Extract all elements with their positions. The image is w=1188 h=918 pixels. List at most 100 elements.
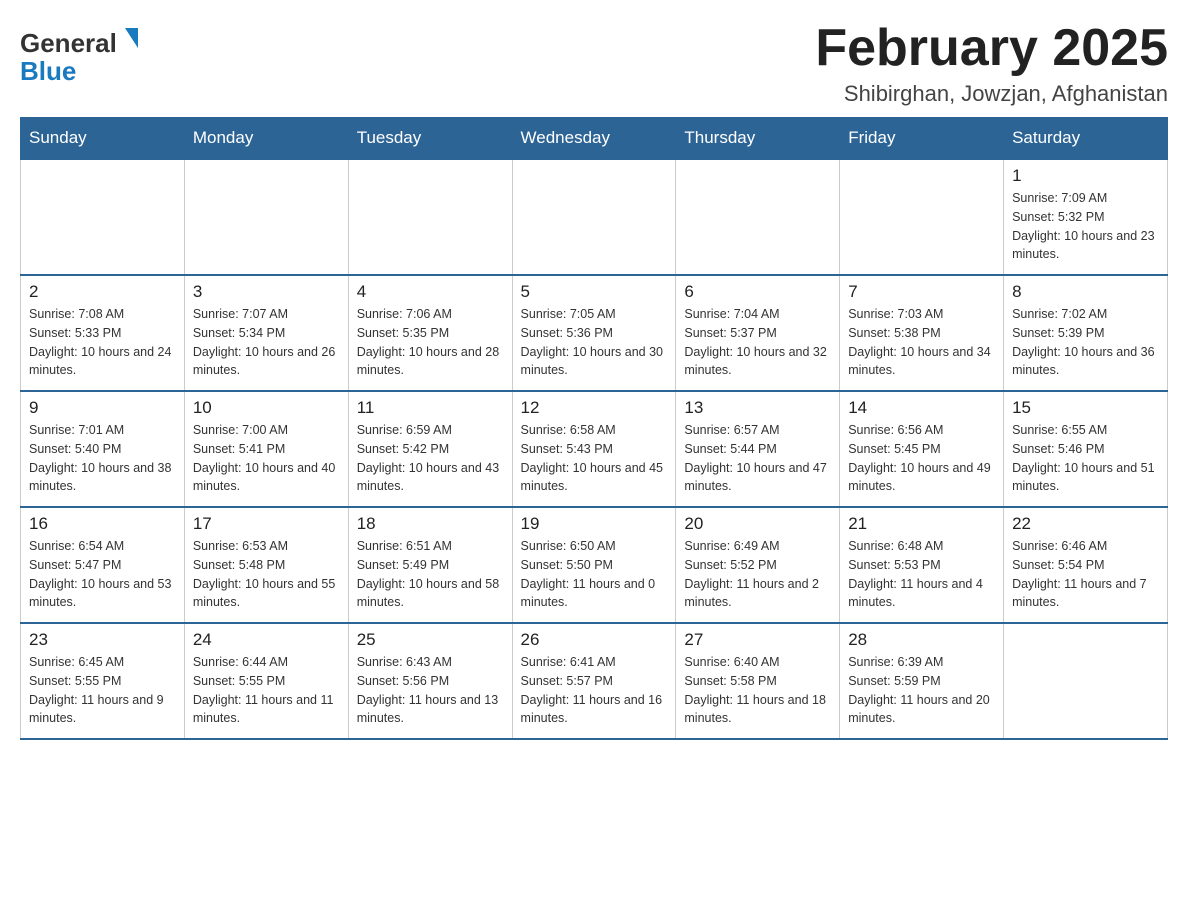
page-header: General Blue February 2025 Shibirghan, J… — [20, 20, 1168, 107]
day-number: 26 — [521, 630, 668, 650]
day-number: 24 — [193, 630, 340, 650]
day-cell: 7 Sunrise: 7:03 AMSunset: 5:38 PMDaylight… — [840, 275, 1004, 391]
day-info: Sunrise: 7:09 AMSunset: 5:32 PMDaylight:… — [1012, 189, 1159, 264]
logo: General Blue — [20, 20, 150, 90]
day-info: Sunrise: 6:50 AMSunset: 5:50 PMDaylight:… — [521, 537, 668, 612]
day-info: Sunrise: 6:55 AMSunset: 5:46 PMDaylight:… — [1012, 421, 1159, 496]
day-info: Sunrise: 6:59 AMSunset: 5:42 PMDaylight:… — [357, 421, 504, 496]
day-info: Sunrise: 7:02 AMSunset: 5:39 PMDaylight:… — [1012, 305, 1159, 380]
col-header-wednesday: Wednesday — [512, 118, 676, 160]
calendar-table: SundayMondayTuesdayWednesdayThursdayFrid… — [20, 117, 1168, 740]
day-cell — [840, 159, 1004, 275]
day-number: 6 — [684, 282, 831, 302]
col-header-thursday: Thursday — [676, 118, 840, 160]
week-row-2: 2 Sunrise: 7:08 AMSunset: 5:33 PMDaylight… — [21, 275, 1168, 391]
day-info: Sunrise: 7:00 AMSunset: 5:41 PMDaylight:… — [193, 421, 340, 496]
day-info: Sunrise: 7:01 AMSunset: 5:40 PMDaylight:… — [29, 421, 176, 496]
day-cell: 3Sunrise: 7:07 AMSunset: 5:34 PMDaylight… — [184, 275, 348, 391]
day-info: Sunrise: 6:39 AMSunset: 5:59 PMDaylight:… — [848, 653, 995, 728]
month-title: February 2025 — [815, 20, 1168, 77]
day-cell: 11 Sunrise: 6:59 AMSunset: 5:42 PMDayligh… — [348, 391, 512, 507]
day-number: 2 — [29, 282, 176, 302]
day-number: 27 — [684, 630, 831, 650]
day-number: 9 — [29, 398, 176, 418]
day-cell: 13 Sunrise: 6:57 AMSunset: 5:44 PMDayligh… — [676, 391, 840, 507]
day-info: Sunrise: 6:40 AMSunset: 5:58 PMDaylight:… — [684, 653, 831, 728]
day-cell: 28 Sunrise: 6:39 AMSunset: 5:59 PMDayligh… — [840, 623, 1004, 739]
day-info: Sunrise: 6:53 AMSunset: 5:48 PMDaylight:… — [193, 537, 340, 612]
day-info: Sunrise: 6:44 AMSunset: 5:55 PMDaylight:… — [193, 653, 340, 728]
day-info: Sunrise: 6:43 AMSunset: 5:56 PMDaylight:… — [357, 653, 504, 728]
day-cell: 12 Sunrise: 6:58 AMSunset: 5:43 PMDayligh… — [512, 391, 676, 507]
day-cell: 6 Sunrise: 7:04 AMSunset: 5:37 PMDaylight… — [676, 275, 840, 391]
day-number: 23 — [29, 630, 176, 650]
day-number: 22 — [1012, 514, 1159, 534]
col-header-monday: Monday — [184, 118, 348, 160]
day-cell: 17 Sunrise: 6:53 AMSunset: 5:48 PMDayligh… — [184, 507, 348, 623]
day-cell: 15 Sunrise: 6:55 AMSunset: 5:46 PMDayligh… — [1004, 391, 1168, 507]
col-header-friday: Friday — [840, 118, 1004, 160]
day-info: Sunrise: 6:48 AMSunset: 5:53 PMDaylight:… — [848, 537, 995, 612]
week-row-4: 16 Sunrise: 6:54 AMSunset: 5:47 PMDayligh… — [21, 507, 1168, 623]
day-info: Sunrise: 7:08 AMSunset: 5:33 PMDaylight:… — [29, 305, 176, 380]
day-number: 14 — [848, 398, 995, 418]
day-cell: 21 Sunrise: 6:48 AMSunset: 5:53 PMDayligh… — [840, 507, 1004, 623]
day-number: 7 — [848, 282, 995, 302]
day-info: Sunrise: 7:05 AMSunset: 5:36 PMDaylight:… — [521, 305, 668, 380]
day-number: 19 — [521, 514, 668, 534]
title-block: February 2025 Shibirghan, Jowzjan, Afgha… — [815, 20, 1168, 107]
day-number: 13 — [684, 398, 831, 418]
day-number: 12 — [521, 398, 668, 418]
day-info: Sunrise: 6:41 AMSunset: 5:57 PMDaylight:… — [521, 653, 668, 728]
day-number: 3 — [193, 282, 340, 302]
week-row-1: 1 Sunrise: 7:09 AMSunset: 5:32 PMDaylight… — [21, 159, 1168, 275]
day-cell: 10 Sunrise: 7:00 AMSunset: 5:41 PMDayligh… — [184, 391, 348, 507]
col-header-tuesday: Tuesday — [348, 118, 512, 160]
logo-svg: General Blue — [20, 20, 150, 90]
day-number: 28 — [848, 630, 995, 650]
day-info: Sunrise: 6:51 AMSunset: 5:49 PMDaylight:… — [357, 537, 504, 612]
day-info: Sunrise: 6:58 AMSunset: 5:43 PMDaylight:… — [521, 421, 668, 496]
day-cell: 8 Sunrise: 7:02 AMSunset: 5:39 PMDaylight… — [1004, 275, 1168, 391]
day-cell — [676, 159, 840, 275]
day-cell: 22 Sunrise: 6:46 AMSunset: 5:54 PMDayligh… — [1004, 507, 1168, 623]
day-cell: 24 Sunrise: 6:44 AMSunset: 5:55 PMDayligh… — [184, 623, 348, 739]
day-cell: 14 Sunrise: 6:56 AMSunset: 5:45 PMDayligh… — [840, 391, 1004, 507]
day-number: 15 — [1012, 398, 1159, 418]
day-info: Sunrise: 7:03 AMSunset: 5:38 PMDaylight:… — [848, 305, 995, 380]
day-number: 17 — [193, 514, 340, 534]
day-number: 25 — [357, 630, 504, 650]
day-info: Sunrise: 6:46 AMSunset: 5:54 PMDaylight:… — [1012, 537, 1159, 612]
col-header-sunday: Sunday — [21, 118, 185, 160]
day-number: 10 — [193, 398, 340, 418]
day-info: Sunrise: 7:06 AMSunset: 5:35 PMDaylight:… — [357, 305, 504, 380]
calendar-header-row: SundayMondayTuesdayWednesdayThursdayFrid… — [21, 118, 1168, 160]
col-header-saturday: Saturday — [1004, 118, 1168, 160]
svg-text:General: General — [20, 28, 117, 58]
day-number: 1 — [1012, 166, 1159, 186]
day-number: 16 — [29, 514, 176, 534]
day-number: 4 — [357, 282, 504, 302]
day-cell: 2 Sunrise: 7:08 AMSunset: 5:33 PMDaylight… — [21, 275, 185, 391]
day-cell: 18Sunrise: 6:51 AMSunset: 5:49 PMDayligh… — [348, 507, 512, 623]
day-cell — [348, 159, 512, 275]
day-cell — [512, 159, 676, 275]
day-cell: 20Sunrise: 6:49 AMSunset: 5:52 PMDayligh… — [676, 507, 840, 623]
week-row-5: 23Sunrise: 6:45 AMSunset: 5:55 PMDayligh… — [21, 623, 1168, 739]
day-info: Sunrise: 7:04 AMSunset: 5:37 PMDaylight:… — [684, 305, 831, 380]
day-number: 11 — [357, 398, 504, 418]
day-cell — [1004, 623, 1168, 739]
day-number: 21 — [848, 514, 995, 534]
location-title: Shibirghan, Jowzjan, Afghanistan — [815, 81, 1168, 107]
day-cell: 19 Sunrise: 6:50 AMSunset: 5:50 PMDayligh… — [512, 507, 676, 623]
svg-text:Blue: Blue — [20, 56, 76, 86]
day-cell: 1 Sunrise: 7:09 AMSunset: 5:32 PMDaylight… — [1004, 159, 1168, 275]
day-info: Sunrise: 6:54 AMSunset: 5:47 PMDaylight:… — [29, 537, 176, 612]
day-number: 8 — [1012, 282, 1159, 302]
day-info: Sunrise: 6:57 AMSunset: 5:44 PMDaylight:… — [684, 421, 831, 496]
day-cell: 5Sunrise: 7:05 AMSunset: 5:36 PMDaylight… — [512, 275, 676, 391]
day-cell: 9 Sunrise: 7:01 AMSunset: 5:40 PMDaylight… — [21, 391, 185, 507]
day-info: Sunrise: 6:56 AMSunset: 5:45 PMDaylight:… — [848, 421, 995, 496]
day-cell: 4 Sunrise: 7:06 AMSunset: 5:35 PMDaylight… — [348, 275, 512, 391]
day-cell: 25 Sunrise: 6:43 AMSunset: 5:56 PMDayligh… — [348, 623, 512, 739]
